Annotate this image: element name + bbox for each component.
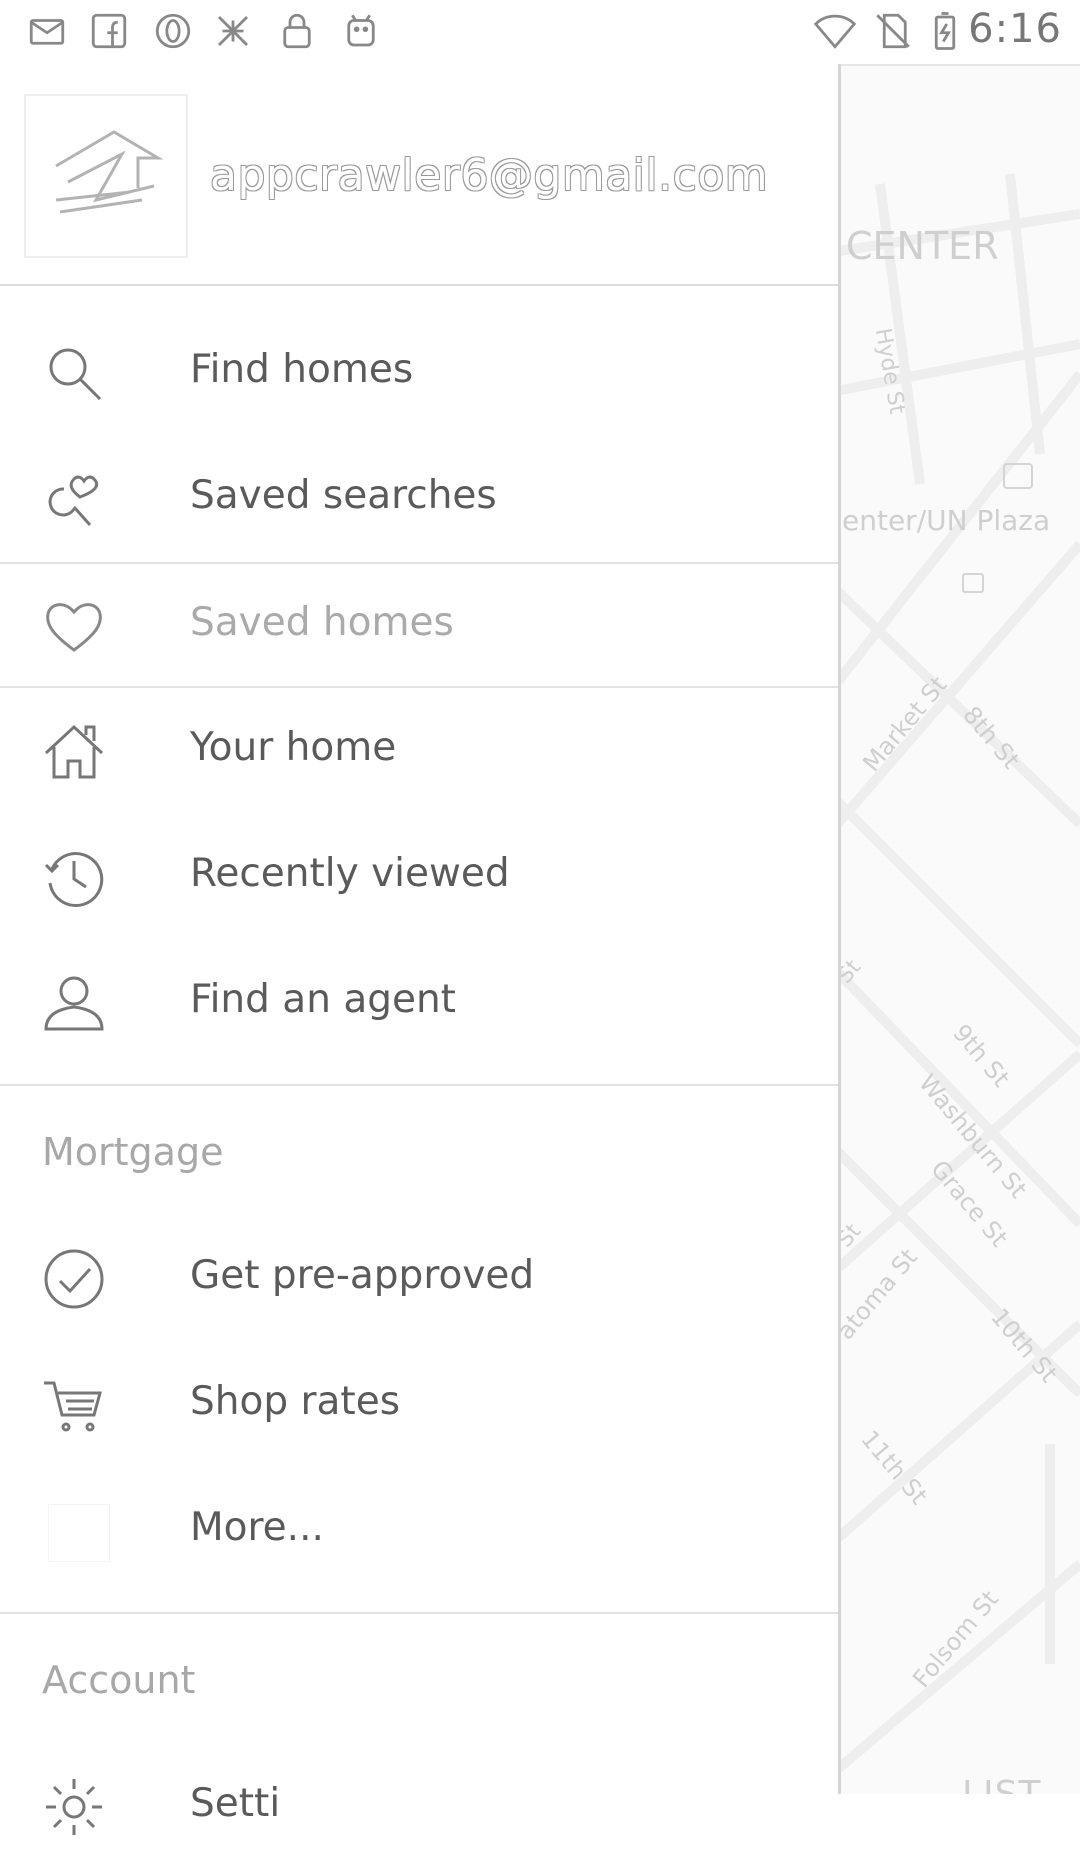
menu-label: Setti xyxy=(190,1781,281,1826)
menu-label: Find an agent xyxy=(190,977,456,1022)
lock-icon xyxy=(276,10,318,52)
facebook-icon xyxy=(88,10,130,52)
account-email[interactable]: appcrawler6@gmail.com xyxy=(210,150,768,201)
menu-label: Saved homes xyxy=(190,600,454,645)
status-time: 6:16 xyxy=(968,6,1062,52)
menu-recently-viewed[interactable]: Recently viewed xyxy=(0,814,838,940)
heart-icon xyxy=(42,594,106,658)
saved-search-icon xyxy=(42,467,106,531)
menu-label: Get pre-approved xyxy=(190,1253,535,1298)
check-circle-icon xyxy=(42,1247,106,1311)
menu-settings[interactable]: Setti xyxy=(0,1744,838,1870)
menu-label: More... xyxy=(190,1505,324,1550)
email-icon xyxy=(26,10,68,52)
person-icon xyxy=(42,971,106,1035)
menu-saved-homes[interactable]: Saved homes xyxy=(0,563,838,689)
wifi-icon xyxy=(808,10,862,52)
menu-find-homes[interactable]: Find homes xyxy=(0,310,838,436)
gear-icon xyxy=(42,1775,106,1839)
app-icon xyxy=(212,10,254,52)
house-icon xyxy=(42,719,106,783)
android-icon xyxy=(340,10,382,52)
divider xyxy=(0,1084,838,1086)
section-header-account: Account xyxy=(42,1658,196,1702)
menu-label: Shop rates xyxy=(190,1379,401,1424)
menu-get-pre-approved[interactable]: Get pre-approved xyxy=(0,1216,838,1342)
menu-label: Your home xyxy=(190,725,397,770)
list-view-button[interactable]: LIST xyxy=(962,1774,1042,1794)
divider xyxy=(0,1612,838,1614)
menu-label: Recently viewed xyxy=(190,851,510,896)
placeholder-icon xyxy=(48,1504,110,1562)
search-icon xyxy=(42,341,106,405)
menu-label: Find homes xyxy=(190,347,414,392)
cart-icon xyxy=(42,1373,106,1437)
section-header-mortgage: Mortgage xyxy=(42,1130,224,1174)
menu-saved-searches[interactable]: Saved searches xyxy=(0,436,838,562)
map-label: CENTER xyxy=(846,224,999,268)
menu-label: Saved searches xyxy=(190,473,497,518)
menu-find-agent[interactable]: Find an agent xyxy=(0,940,838,1066)
navigation-drawer: appcrawler6@gmail.com Find homes Saved s… xyxy=(0,64,841,1835)
status-bar: 6:16 xyxy=(0,0,1080,66)
drawer-header: appcrawler6@gmail.com xyxy=(0,64,838,286)
history-icon xyxy=(42,845,106,909)
menu-more[interactable]: More... xyxy=(0,1468,838,1594)
zillow-logo xyxy=(24,94,188,258)
menu-your-home[interactable]: Your home xyxy=(0,688,838,814)
menu-shop-rates[interactable]: Shop rates xyxy=(0,1342,838,1468)
no-sim-icon xyxy=(872,10,914,52)
map-label: enter/UN Plaza xyxy=(842,504,1051,537)
opera-icon xyxy=(152,10,194,52)
battery-charging-icon xyxy=(924,10,966,52)
